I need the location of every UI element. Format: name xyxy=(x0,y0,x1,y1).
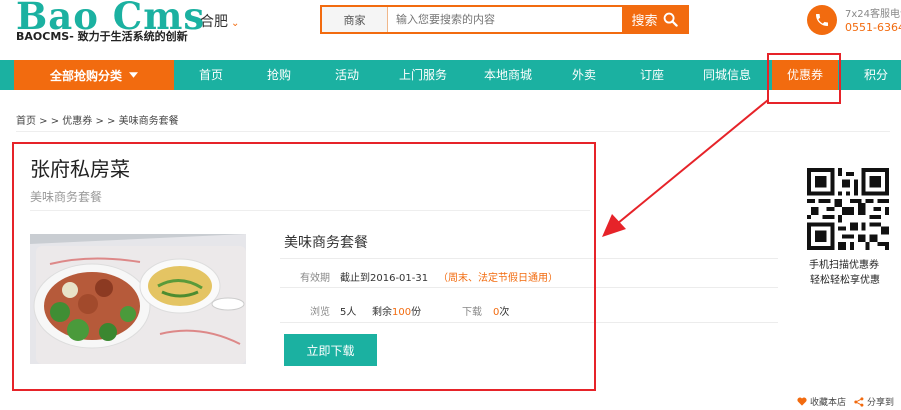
search-input[interactable] xyxy=(388,7,622,32)
search-type-select[interactable]: 商家 xyxy=(322,7,388,32)
breadcrumb[interactable]: 首页 > > 优惠券 > > 美味商务套餐 xyxy=(16,112,179,127)
chevron-down-icon: ⌄ xyxy=(231,18,240,29)
qr-caption-line1: 手机扫描优惠券 xyxy=(809,260,879,271)
share-link[interactable]: 分享到 xyxy=(854,395,894,408)
slogan: BAOCMS- 致力于生活系统的创新 xyxy=(16,30,188,43)
favorite-label: 收藏本店 xyxy=(810,398,847,408)
nav-item-activity[interactable]: 活动 xyxy=(335,60,359,90)
caret-down-icon xyxy=(129,72,138,78)
search-button-label: 搜索 xyxy=(631,14,658,29)
qr-caption-line2: 轻松轻松享优惠 xyxy=(810,275,880,286)
qr-code xyxy=(807,168,889,250)
all-categories-button[interactable]: 全部抢购分类 xyxy=(14,60,174,90)
service-phone: 0551-63641901 xyxy=(845,21,901,34)
annotation-arrow xyxy=(602,99,769,237)
heart-icon xyxy=(797,397,807,406)
city-selector[interactable]: 合肥 ⌄ xyxy=(200,11,239,31)
search-button[interactable]: 搜索 xyxy=(622,7,687,32)
share-icon xyxy=(854,396,864,407)
main-nav: 全部抢购分类 首页 抢购 活动 上门服务 本地商城 外卖 订座 同城信息 优惠券… xyxy=(0,60,901,90)
nav-item-booking[interactable]: 订座 xyxy=(640,60,664,90)
nav-item-tuan[interactable]: 抢购 xyxy=(267,60,291,90)
nav-item-home[interactable]: 首页 xyxy=(199,60,223,90)
nav-item-takeout[interactable]: 外卖 xyxy=(572,60,596,90)
nav-item-home-service[interactable]: 上门服务 xyxy=(399,60,447,90)
service-label: 7x24客服电话 xyxy=(845,9,901,20)
all-categories-label: 全部抢购分类 xyxy=(49,68,122,83)
highlight-box-card xyxy=(12,142,596,391)
nav-item-city-info[interactable]: 同城信息 xyxy=(703,60,751,90)
city-name: 合肥 xyxy=(200,14,228,30)
nav-item-local-mall[interactable]: 本地商城 xyxy=(484,60,532,90)
search-icon xyxy=(663,12,678,27)
share-label: 分享到 xyxy=(867,398,895,408)
nav-item-points[interactable]: 积分 xyxy=(864,60,888,90)
phone-icon xyxy=(807,5,837,35)
search-bar: 商家 搜索 xyxy=(320,5,689,34)
favorite-shop-link[interactable]: 收藏本店 xyxy=(797,395,846,408)
